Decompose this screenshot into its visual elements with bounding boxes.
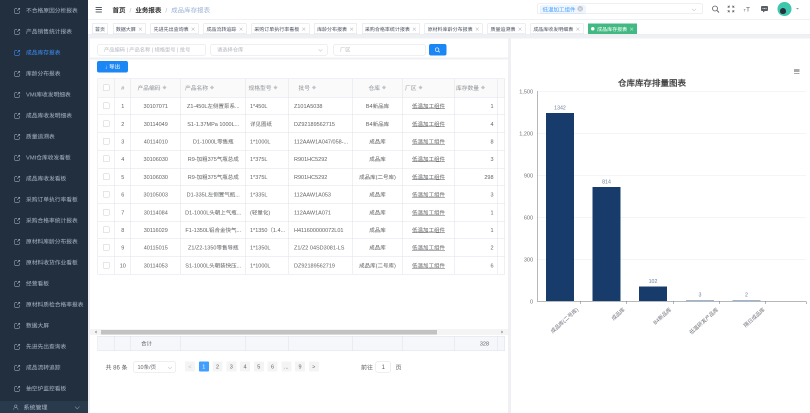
svg-text:T: T bbox=[746, 7, 750, 14]
